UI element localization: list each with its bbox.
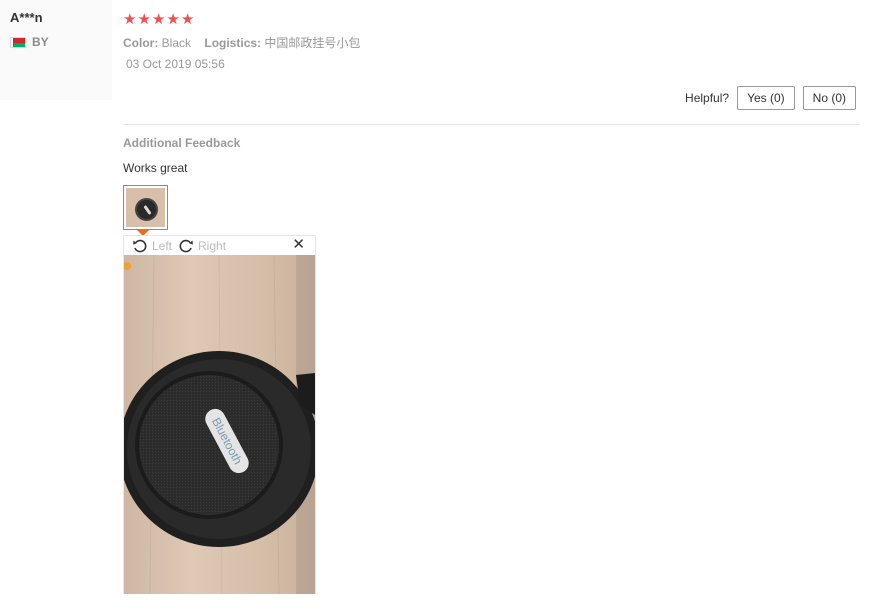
star-icon: ★ bbox=[151, 11, 166, 28]
color-label: Color: bbox=[123, 36, 159, 50]
additional-feedback-text: Works great bbox=[123, 161, 188, 175]
logistics-label: Logistics: bbox=[204, 36, 262, 50]
divider bbox=[123, 124, 860, 125]
review-photo: Bluetooth bbox=[124, 255, 315, 594]
belarus-flag-icon bbox=[10, 36, 26, 48]
reviewer-name: A***n bbox=[10, 10, 43, 25]
country-code: BY bbox=[32, 35, 49, 49]
additional-feedback-title: Additional Feedback bbox=[123, 136, 241, 150]
star-icon: ★ bbox=[180, 11, 195, 28]
review-attributes: Color: Black Logistics: 中国邮政挂号小包 bbox=[123, 34, 370, 51]
star-icon: ★ bbox=[166, 11, 180, 28]
star-icon: ★ bbox=[137, 11, 151, 28]
review-date: 03 Oct 2019 05:56 bbox=[126, 57, 225, 71]
review-photo-thumbnail[interactable] bbox=[123, 185, 168, 230]
star-icon: ★ bbox=[123, 11, 137, 28]
reviewer-country: BY bbox=[10, 35, 49, 49]
logistics-value: 中国邮政挂号小包 bbox=[264, 36, 361, 50]
reviewer-info: A***n BY bbox=[0, 0, 112, 100]
close-icon[interactable]: ✕ bbox=[292, 237, 305, 253]
rotate-left-label: Left bbox=[152, 238, 173, 253]
rotate-right-icon bbox=[178, 238, 194, 254]
rotate-left-icon bbox=[132, 238, 148, 254]
helpful-yes-button[interactable]: Yes (0) bbox=[737, 86, 795, 110]
helpful-no-button[interactable]: No (0) bbox=[802, 86, 856, 110]
color-value: Black bbox=[161, 36, 192, 50]
viewer-toolbar: Left Right ✕ bbox=[124, 236, 315, 255]
rotate-right-label: Right bbox=[198, 238, 227, 253]
thumbnail-image bbox=[126, 188, 165, 227]
rotate-right-button[interactable]: Right bbox=[178, 238, 226, 254]
helpful-label: Helpful? bbox=[685, 91, 730, 105]
helpful-voting: Helpful? Yes (0) No (0) bbox=[685, 86, 856, 110]
star-rating: ★ ★ ★ ★ ★ bbox=[123, 12, 194, 28]
rotate-left-button[interactable]: Left bbox=[132, 238, 172, 254]
image-viewer: Left Right ✕ Bluetooth bbox=[123, 235, 316, 594]
review-item: A***n BY ★ ★ ★ ★ ★ Color: Black Logistics: 中… bbox=[0, 0, 878, 606]
